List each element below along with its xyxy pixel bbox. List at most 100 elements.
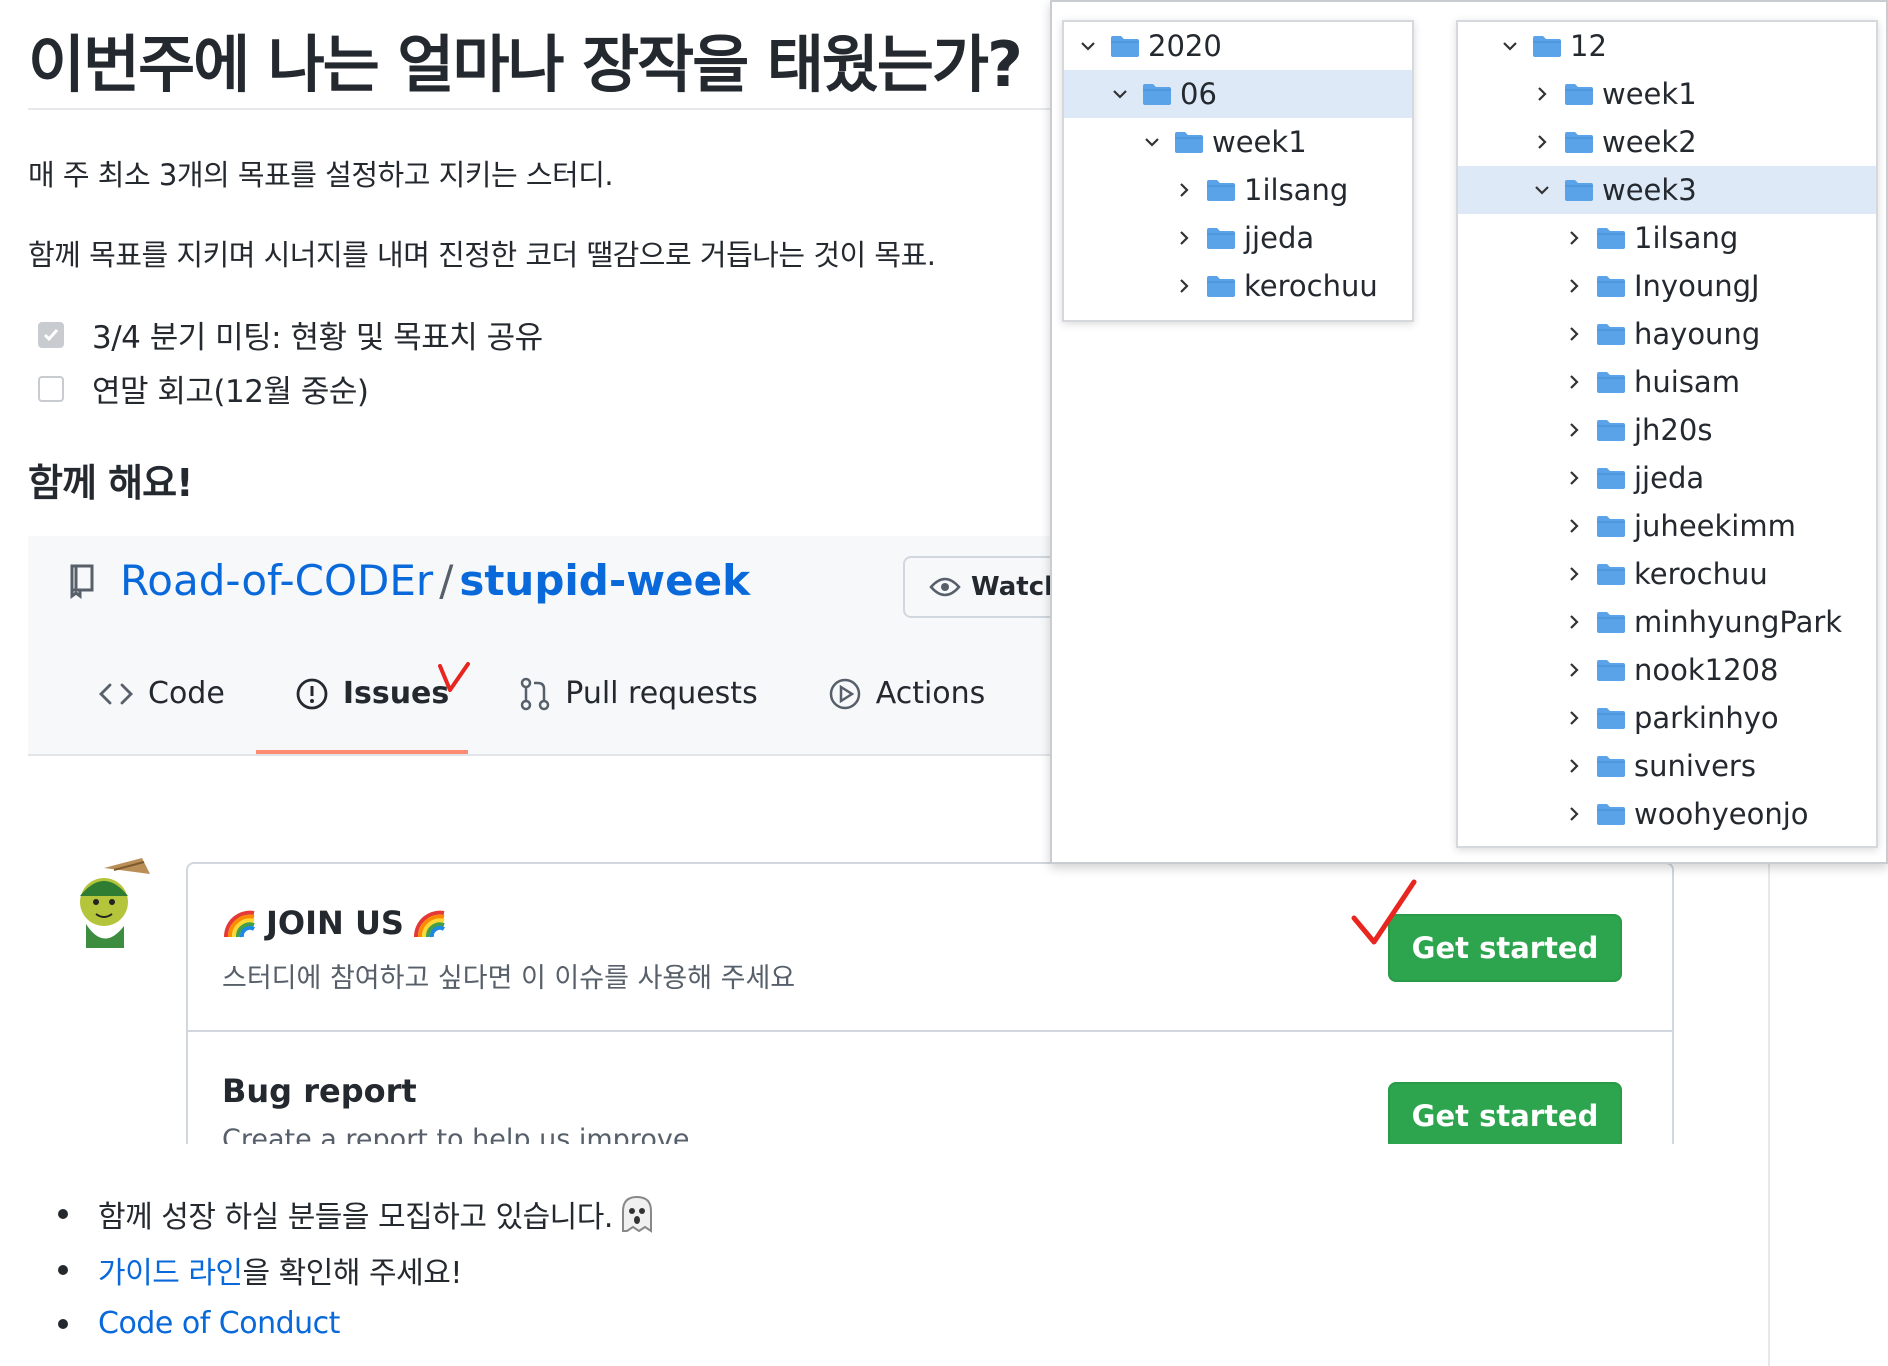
intro-paragraph-2: 함께 목표를 지키며 시너지를 내며 진정한 코더 땔감으로 거듭나는 것이 목… xyxy=(28,238,936,272)
tree-row-huisam[interactable]: huisam xyxy=(1458,358,1876,406)
chevron-icon[interactable] xyxy=(1564,516,1584,536)
eye-icon xyxy=(929,577,961,597)
code-icon xyxy=(99,683,133,704)
tree-row-jh20s[interactable]: jh20s xyxy=(1458,406,1876,454)
list-item: Code of Conduct xyxy=(58,1306,340,1341)
tree-row-label: 2020 xyxy=(1148,29,1222,63)
folder-icon xyxy=(1532,34,1570,58)
template-title-row: JOIN US xyxy=(222,904,456,942)
tree-row-label: nook1208 xyxy=(1634,653,1779,687)
chevron-icon[interactable] xyxy=(1564,564,1584,584)
folder-icon xyxy=(1596,562,1634,586)
folder-icon xyxy=(1596,274,1634,298)
tree-row-label: 1ilsang xyxy=(1244,173,1349,207)
folder-icon xyxy=(1110,34,1148,58)
tree-row-juheekimm[interactable]: juheekimm xyxy=(1458,502,1876,550)
chevron-icon[interactable] xyxy=(1564,276,1584,296)
repo-header-image: Road-of-CODEr / stupid-week Watch Code I… xyxy=(28,536,1068,756)
tree-row-06[interactable]: 06 xyxy=(1064,70,1412,118)
chevron-icon[interactable] xyxy=(1174,180,1194,200)
tree-row-hayoung[interactable]: hayoung xyxy=(1458,310,1876,358)
chevron-icon[interactable] xyxy=(1174,228,1194,248)
watch-label: Watch xyxy=(971,572,1063,602)
chevron-icon[interactable] xyxy=(1564,660,1584,680)
page-title: 이번주에 나는 얼마나 장작을 태웠는가? xyxy=(28,28,1023,101)
repo-owner-link[interactable]: Road-of-CODEr xyxy=(120,556,433,605)
chevron-icon[interactable] xyxy=(1564,372,1584,392)
folder-icon xyxy=(1596,418,1634,442)
folder-icon xyxy=(1596,514,1634,538)
tree-row-label: 06 xyxy=(1180,77,1217,111)
tree-row-1ilsang[interactable]: 1ilsang xyxy=(1064,166,1412,214)
tree-row-jjeda[interactable]: jjeda xyxy=(1064,214,1412,262)
tree-row-week1[interactable]: week1 xyxy=(1458,70,1876,118)
chevron-icon[interactable] xyxy=(1564,228,1584,248)
tree-row-kerochuu[interactable]: kerochuu xyxy=(1064,262,1412,310)
tree-row-week1[interactable]: week1 xyxy=(1064,118,1412,166)
chevron-icon[interactable] xyxy=(1110,84,1130,104)
tab-issues[interactable]: Issues xyxy=(295,676,449,711)
rainbow-icon xyxy=(413,910,445,938)
watch-button[interactable]: Watch xyxy=(903,556,1068,618)
tree-row-woohyeonjo[interactable]: woohyeonjo xyxy=(1458,790,1876,838)
issue-icon xyxy=(296,678,328,709)
chevron-icon[interactable] xyxy=(1564,708,1584,728)
chevron-icon[interactable] xyxy=(1564,804,1584,824)
tree-row-week2[interactable]: week2 xyxy=(1458,118,1876,166)
chevron-icon[interactable] xyxy=(1532,180,1552,200)
code-of-conduct-link[interactable]: Code of Conduct xyxy=(98,1306,340,1341)
repo-title: Road-of-CODEr / stupid-week xyxy=(68,556,750,605)
chevron-icon[interactable] xyxy=(1564,756,1584,776)
tab-pull-requests[interactable]: Pull requests xyxy=(519,676,758,711)
chevron-icon[interactable] xyxy=(1500,36,1520,56)
guideline-link[interactable]: 가이드 라인 xyxy=(98,1248,243,1292)
folder-icon xyxy=(1564,178,1602,202)
tree-row-week3[interactable]: week3 xyxy=(1458,166,1876,214)
template-description: Create a report to help us improve xyxy=(222,1124,690,1144)
tab-code-label: Code xyxy=(148,676,225,711)
chevron-icon[interactable] xyxy=(1564,324,1584,344)
chevron-icon[interactable] xyxy=(1564,420,1584,440)
chevron-icon[interactable] xyxy=(1564,468,1584,488)
tree-row-label: woohyeonjo xyxy=(1634,797,1809,831)
repo-tabs: Code Issues Pull requests Actions xyxy=(98,676,1068,711)
tree-row-minhyungpark[interactable]: minhyungPark xyxy=(1458,598,1876,646)
tree-row-sunivers[interactable]: sunivers xyxy=(1458,742,1876,790)
tree-row-12[interactable]: 12 xyxy=(1458,22,1876,70)
tab-code[interactable]: Code xyxy=(98,676,225,711)
folder-icon xyxy=(1206,226,1244,250)
tab-actions-label: Actions xyxy=(875,676,986,711)
chevron-icon[interactable] xyxy=(1532,84,1552,104)
tree-row-label: InyoungJ xyxy=(1634,269,1760,303)
task-item-1: 3/4 분기 미팅: 현황 및 목표치 공유 xyxy=(38,312,543,357)
list-item: 함께 성장 하실 분들을 모집하고 있습니다. xyxy=(58,1192,657,1236)
tree-row-nook1208[interactable]: nook1208 xyxy=(1458,646,1876,694)
tree-row-2020[interactable]: 2020 xyxy=(1064,22,1412,70)
chevron-icon[interactable] xyxy=(1564,612,1584,632)
chevron-icon[interactable] xyxy=(1142,132,1162,152)
task-label-1: 3/4 분기 미팅: 현황 및 목표치 공유 xyxy=(92,320,543,356)
task-checkbox-2[interactable] xyxy=(38,375,64,402)
tree-row-label: minhyungPark xyxy=(1634,605,1843,639)
tree-row-parkinhyo[interactable]: parkinhyo xyxy=(1458,694,1876,742)
intro-paragraph-1: 매 주 최소 3개의 목표를 설정하고 지키는 스터디. xyxy=(28,158,614,192)
folder-icon xyxy=(1596,706,1634,730)
ghost-icon xyxy=(621,1195,652,1233)
chevron-icon[interactable] xyxy=(1078,36,1098,56)
tree-row-inyoungj[interactable]: InyoungJ xyxy=(1458,262,1876,310)
tree-row-label: hayoung xyxy=(1634,317,1761,351)
tab-pull-requests-label: Pull requests xyxy=(565,676,758,711)
task-checkbox-1[interactable] xyxy=(38,321,64,348)
repo-name-link[interactable]: stupid-week xyxy=(459,556,750,605)
chevron-icon[interactable] xyxy=(1532,132,1552,152)
chevron-icon[interactable] xyxy=(1174,276,1194,296)
get-started-button[interactable]: Get started xyxy=(1388,1082,1622,1144)
tree-row-label: sunivers xyxy=(1634,749,1756,783)
tree-row-kerochuu[interactable]: kerochuu xyxy=(1458,550,1876,598)
tree-row-jjeda[interactable]: jjeda xyxy=(1458,454,1876,502)
tree-row-1ilsang[interactable]: 1ilsang xyxy=(1458,214,1876,262)
task-label-2: 연말 회고(12월 중순) xyxy=(92,374,369,410)
get-started-button[interactable]: Get started xyxy=(1388,914,1622,982)
tab-actions[interactable]: Actions xyxy=(828,676,986,711)
folder-tree-left: 2020 06 week1 1ilsang jjeda kerochuu xyxy=(1062,20,1414,322)
